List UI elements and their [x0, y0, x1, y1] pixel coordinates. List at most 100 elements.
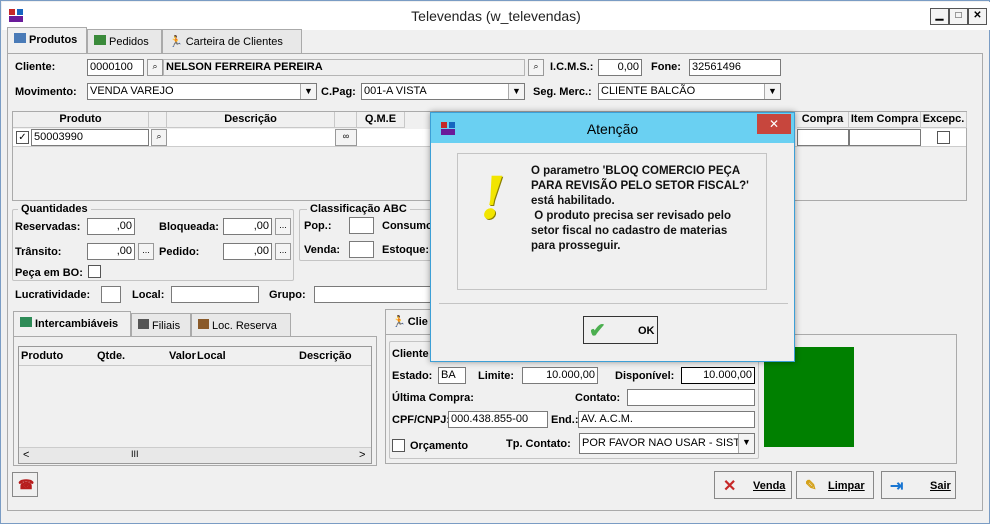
end-field[interactable]: AV. A.C.M. [578, 411, 755, 428]
tab-produtos[interactable]: Produtos [7, 27, 87, 53]
chevron-down-icon[interactable]: ▼ [508, 84, 524, 99]
contato-field[interactable] [627, 389, 755, 406]
maximize-button[interactable]: □ [949, 8, 968, 25]
pecabo-checkbox[interactable] [88, 265, 101, 278]
grid-col-produto[interactable]: Produto [13, 112, 149, 128]
estado-field[interactable]: BA [438, 367, 466, 384]
tab-cliente[interactable]: 🏃 Clie [385, 309, 433, 335]
intercambiaveis-grid[interactable]: Produto Qtde. Valor Local Descrição < II… [18, 346, 372, 464]
eraser-icon: ✎ [805, 477, 817, 493]
venda-label: Venda: [304, 244, 341, 256]
tpcontato-label: Tp. Contato: [506, 438, 571, 450]
tab-loc-reserva[interactable]: Loc. Reserva [191, 313, 291, 337]
reservadas-field[interactable]: ,00 [87, 218, 135, 235]
dialog-title-bar: Atenção ✕ [431, 113, 794, 143]
checkmark-icon: ✔ [589, 320, 606, 342]
pedido-more-button[interactable]: ... [275, 243, 291, 260]
dialog-close-button[interactable]: ✕ [757, 114, 791, 134]
box-icon [14, 33, 26, 43]
row-binoculars-icon[interactable]: ∞ [335, 129, 357, 146]
reservadas-label: Reservadas: [15, 221, 81, 233]
row-checkbox[interactable]: ✓ [16, 131, 29, 144]
cliente-code-field[interactable]: 0000100 [87, 59, 144, 76]
pedido-field[interactable]: ,00 [223, 243, 272, 260]
ok-button[interactable]: ✔ OK [583, 316, 658, 344]
icms-field[interactable]: 0,00 [598, 59, 642, 76]
lower-col-produto[interactable]: Produto [21, 350, 63, 362]
row-produto-field[interactable]: 50003990 [31, 129, 149, 146]
row-item-compra-field[interactable] [849, 129, 921, 146]
close-button[interactable]: ✕ [968, 8, 987, 25]
lower-col-local[interactable]: Local [197, 350, 226, 362]
scroll-thumb[interactable]: III [131, 449, 139, 459]
pedido-label: Pedido: [159, 246, 200, 258]
grupo-label: Grupo: [269, 289, 306, 301]
swap-icon [20, 317, 32, 327]
attention-dialog: Atenção ✕ ! O parametro 'BLOQ COMERCIO P… [430, 112, 795, 362]
orcamento-checkbox[interactable] [392, 439, 405, 452]
message-line: para prosseguir. [531, 240, 621, 252]
warning-icon: ! [480, 164, 506, 232]
scroll-left-icon[interactable]: < [23, 449, 29, 461]
lower-col-qtde[interactable]: Qtde. [97, 350, 125, 362]
phone-icon: ☎ [18, 477, 35, 492]
transito-more-button[interactable]: ... [138, 243, 154, 260]
fone-field[interactable]: 32561496 [689, 59, 781, 76]
movimento-label: Movimento: [15, 86, 77, 98]
chevron-down-icon[interactable]: ▼ [738, 434, 754, 453]
client-photo-area [764, 347, 854, 447]
sair-button[interactable]: ⇥ Sair [881, 471, 956, 499]
cliente-group-label: Cliente [392, 348, 429, 360]
bloqueada-field[interactable]: ,00 [223, 218, 272, 235]
cpag-select[interactable]: 001-A VISTA ▼ [361, 83, 525, 100]
pop-label: Pop.: [304, 220, 332, 232]
lower-col-valor[interactable]: Valor [169, 350, 196, 362]
cliente-lookup-icon[interactable]: ⌕ [528, 59, 544, 76]
row-excepc-checkbox[interactable] [937, 131, 950, 144]
tab-filiais[interactable]: Filiais [131, 313, 191, 337]
grid-col-qme[interactable]: Q.M.E [357, 112, 405, 128]
title-bar: Televendas (w_televendas) ▁ □ ✕ [2, 2, 990, 30]
movimento-select[interactable]: VENDA VAREJO ▼ [87, 83, 317, 100]
lucratividade-field[interactable] [101, 286, 121, 303]
limpar-button[interactable]: ✎ Limpar [796, 471, 874, 499]
grid-icon [198, 319, 209, 329]
venda-button[interactable]: ✕ Venda [714, 471, 792, 499]
cliente-label: Cliente: [15, 61, 56, 73]
grid-col-blank2 [335, 112, 357, 128]
tab-carteira[interactable]: 🏃 Carteira de Clientes [162, 29, 302, 53]
grupo-field[interactable] [314, 286, 434, 303]
cpag-label: C.Pag: [321, 86, 356, 98]
tpcontato-select[interactable]: POR FAVOR NAO USAR - SIST ▼ [579, 433, 755, 454]
cliente-search-icon[interactable]: ⌕ [147, 59, 163, 76]
minimize-button[interactable]: ▁ [930, 8, 949, 25]
segmerc-select[interactable]: CLIENTE BALCÃO ▼ [598, 83, 781, 100]
ultima-compra-label: Última Compra: [392, 392, 474, 404]
bloqueada-more-button[interactable]: ... [275, 218, 291, 235]
lucratividade-label: Lucratividade: [15, 289, 91, 301]
chevron-down-icon[interactable]: ▼ [764, 84, 780, 99]
contato-label: Contato: [575, 392, 621, 404]
grid-col-item-compra[interactable]: Item Compra [849, 112, 921, 128]
transito-field[interactable]: ,00 [87, 243, 135, 260]
tab-pedidos[interactable]: Pedidos [87, 29, 162, 53]
grid-col-descricao[interactable]: Descrição [167, 112, 335, 128]
local-field[interactable] [171, 286, 259, 303]
limite-field[interactable]: 10.000,00 [522, 367, 598, 384]
scroll-right-icon[interactable]: > [359, 449, 365, 461]
venda-abc-field[interactable] [349, 241, 374, 258]
pop-field[interactable] [349, 217, 374, 234]
chevron-down-icon[interactable]: ▼ [300, 84, 316, 99]
cpf-field[interactable]: 000.438.855-00 [448, 411, 548, 428]
cpf-label: CPF/CNPJ: [392, 414, 451, 426]
tab-intercambiaveis[interactable]: Intercambiáveis [13, 311, 131, 337]
grid-col-compra[interactable]: Compra [797, 112, 849, 128]
grid-col-excepc[interactable]: Excepc. [921, 112, 967, 128]
lower-col-descricao[interactable]: Descrição [299, 350, 352, 362]
disponivel-field[interactable]: 10.000,00 [681, 367, 755, 384]
cart-icon: ✕ [723, 478, 737, 495]
horizontal-scrollbar[interactable]: < III > [19, 447, 371, 463]
row-compra-field[interactable] [797, 129, 849, 146]
row-search-icon[interactable]: ⌕ [151, 129, 167, 146]
phone-button[interactable]: ☎ [12, 472, 38, 497]
